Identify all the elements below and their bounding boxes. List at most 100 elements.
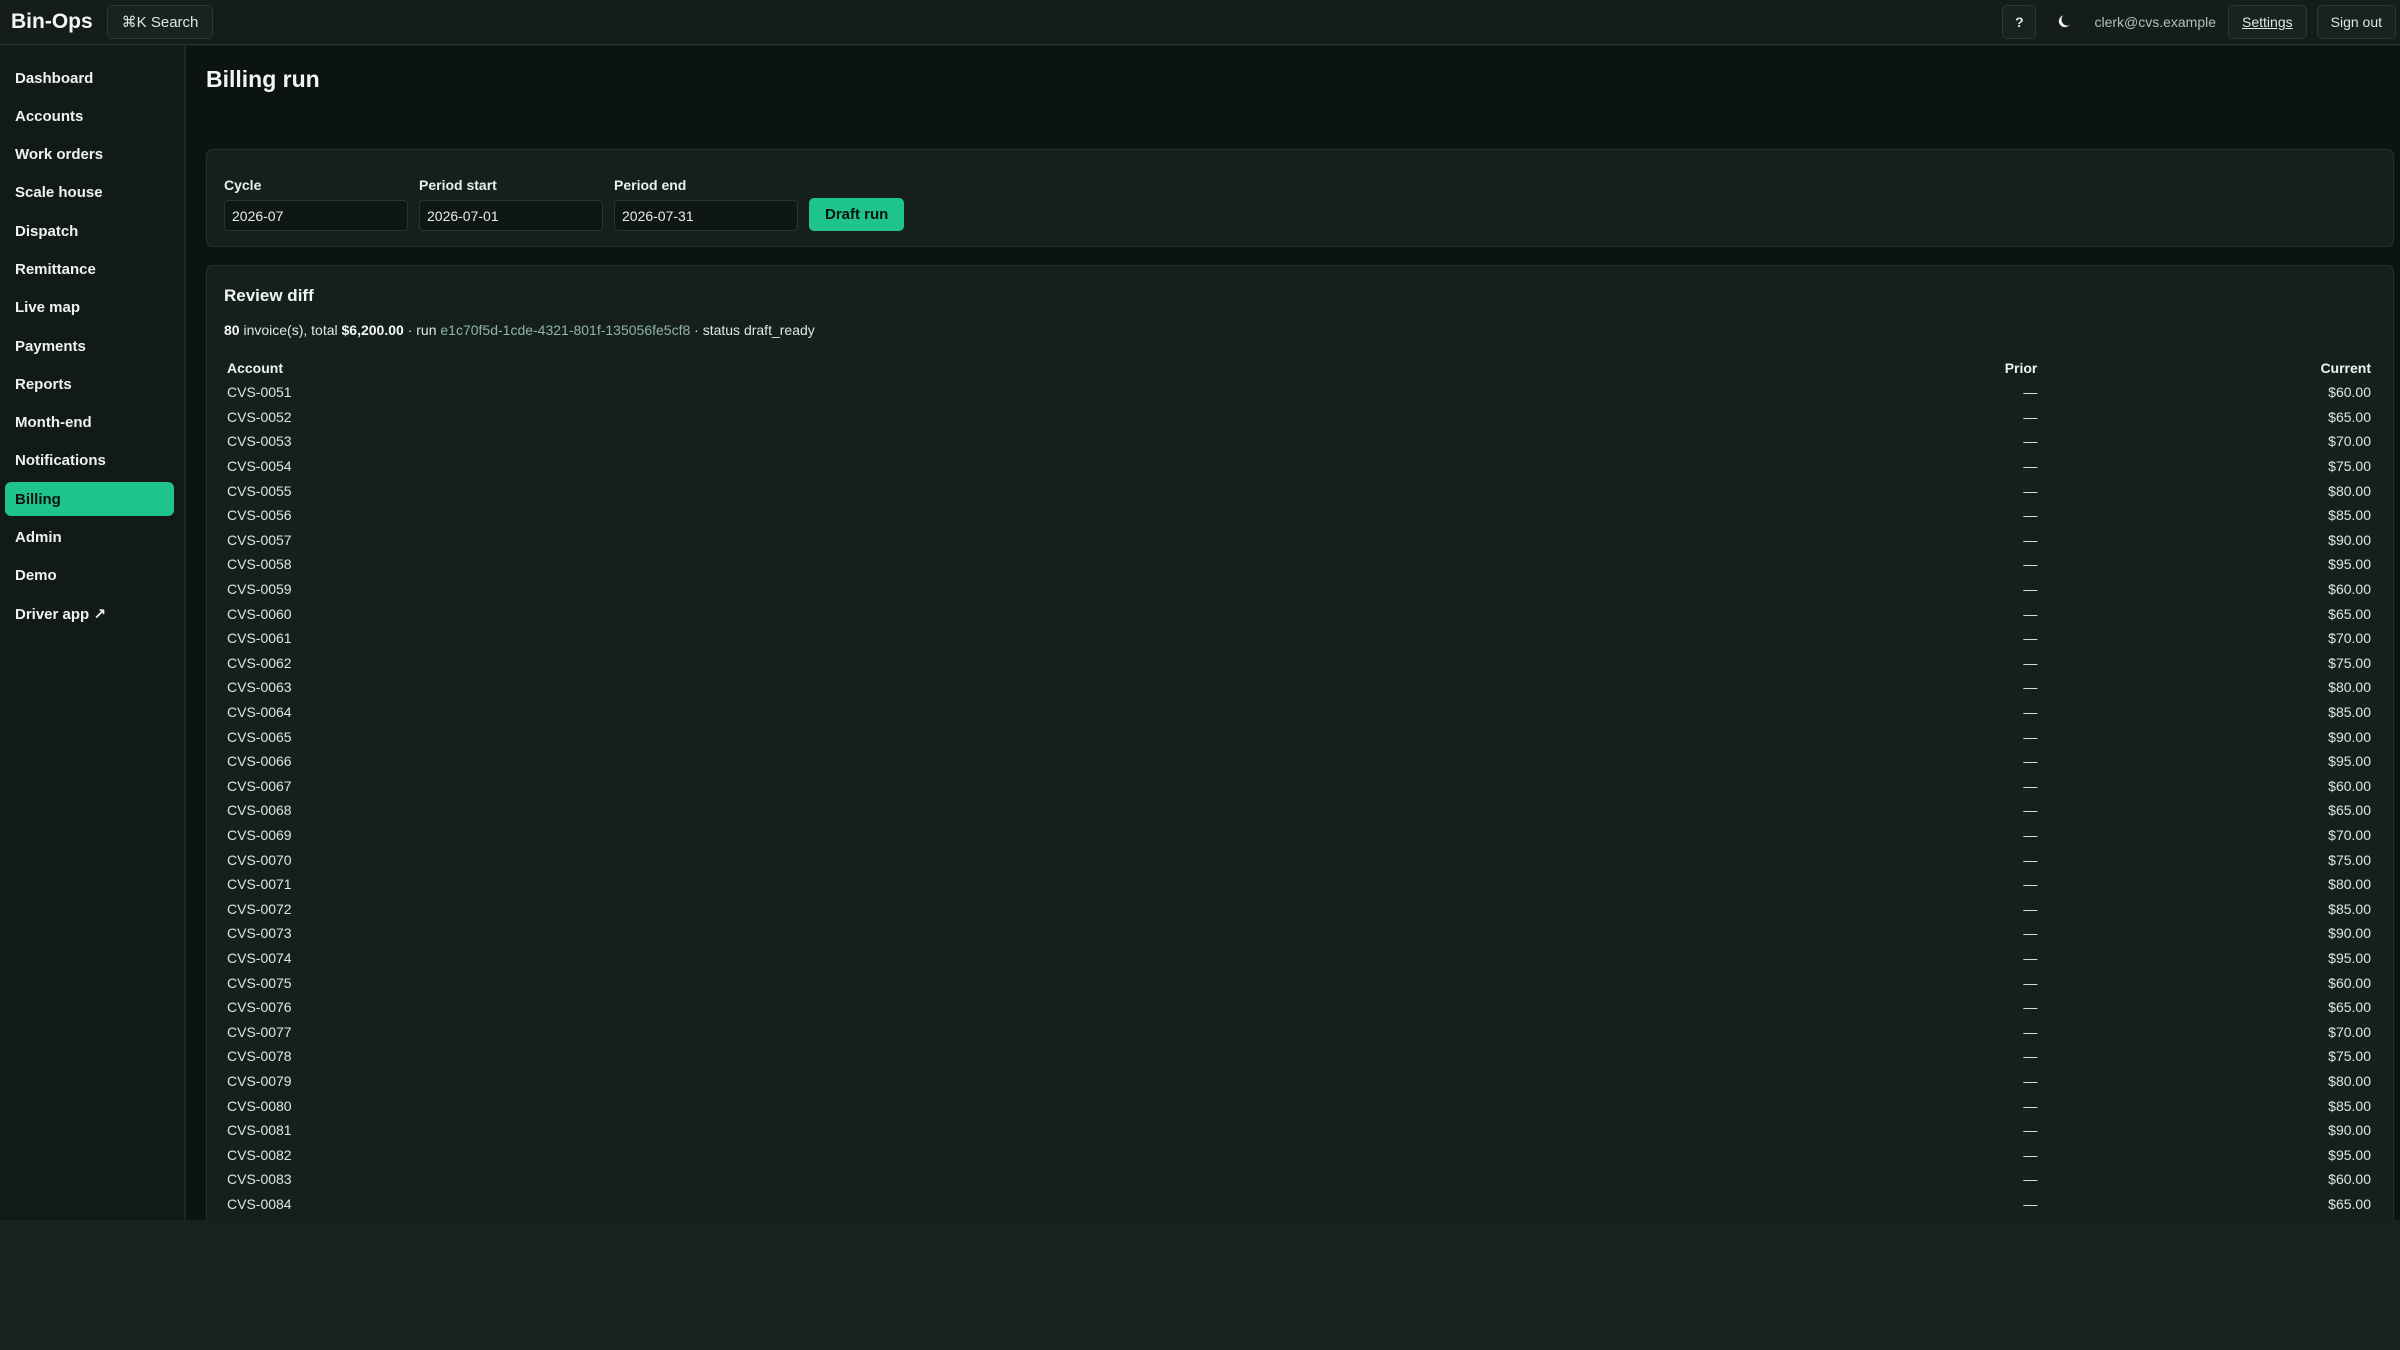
prior-cell: —: [2023, 728, 2038, 745]
table-row: CVS-0068 — $65.00: [224, 798, 2374, 823]
sidebar-item-scale-house[interactable]: Scale house: [5, 176, 174, 210]
prior-cell: —: [2023, 1122, 2038, 1139]
sidebar-item-reports[interactable]: Reports: [5, 367, 174, 401]
prior-cell: —: [2023, 826, 2038, 843]
account-cell: CVS-0066: [227, 753, 292, 770]
current-cell: $80.00: [2328, 876, 2371, 893]
table-row: CVS-0061 — $70.00: [224, 626, 2374, 651]
table-row: CVS-0066 — $95.00: [224, 749, 2374, 774]
sign-out-button[interactable]: Sign out: [2316, 5, 2396, 39]
table-row: CVS-0076 — $65.00: [224, 995, 2374, 1020]
period-end-input[interactable]: [614, 200, 798, 231]
run-id: e1c70f5d-1cde-4321-801f-135056fe5cf8: [440, 322, 691, 338]
account-cell: CVS-0072: [227, 900, 292, 917]
account-cell: CVS-0076: [227, 999, 292, 1016]
table-row: CVS-0070 — $75.00: [224, 847, 2374, 872]
table-row: CVS-0064 — $85.00: [224, 700, 2374, 725]
sidebar-item-remittance[interactable]: Remittance: [5, 252, 174, 286]
prior-cell: —: [2023, 1023, 2038, 1040]
period-end-label: Period end: [614, 177, 687, 193]
current-cell: $65.00: [2328, 408, 2371, 425]
page-title: Billing run: [206, 66, 320, 92]
table-row: CVS-0065 — $90.00: [224, 724, 2374, 749]
account-cell: CVS-0059: [227, 581, 292, 598]
prior-cell: —: [2023, 458, 2038, 475]
current-cell: $95.00: [2328, 949, 2371, 966]
account-cell: CVS-0057: [227, 531, 292, 548]
period-start-field: Period start: [419, 177, 603, 231]
prior-cell: —: [2023, 507, 2038, 524]
sidebar-item-dashboard[interactable]: Dashboard: [5, 61, 174, 95]
sidebar-item-admin[interactable]: Admin: [5, 521, 174, 555]
period-start-input[interactable]: [419, 200, 603, 231]
app-brand[interactable]: Bin-Ops: [11, 10, 93, 34]
sidebar-item-work-orders[interactable]: Work orders: [5, 138, 174, 172]
run-total: $6,200.00: [341, 322, 404, 338]
account-cell: CVS-0056: [227, 507, 292, 524]
sidebar-item-label: Demo: [15, 567, 57, 585]
prior-cell: —: [2023, 482, 2038, 499]
search-button[interactable]: ⌘K Search: [106, 5, 214, 39]
account-cell: CVS-0061: [227, 630, 292, 647]
prior-cell: —: [2023, 1072, 2038, 1089]
diff-table-header: Account Prior Current: [224, 356, 2374, 380]
sidebar-item-billing[interactable]: Billing: [5, 482, 174, 517]
current-cell: $65.00: [2328, 605, 2371, 622]
account-cell: CVS-0067: [227, 777, 292, 794]
sidebar-item-dispatch[interactable]: Dispatch: [5, 214, 174, 248]
sidebar-item-driver-app[interactable]: Driver app ↗: [5, 597, 174, 631]
sidebar-item-notifications[interactable]: Notifications: [5, 444, 174, 478]
sidebar-item-payments[interactable]: Payments: [5, 329, 174, 363]
account-cell: CVS-0079: [227, 1072, 292, 1089]
cycle-field: Cycle: [224, 177, 408, 231]
account-cell: CVS-0064: [227, 704, 292, 721]
table-row: CVS-0059 — $60.00: [224, 577, 2374, 602]
review-diff-title: Review diff: [224, 286, 314, 305]
prior-cell: —: [2023, 384, 2038, 401]
current-cell: $90.00: [2328, 728, 2371, 745]
current-cell: $85.00: [2328, 900, 2371, 917]
current-cell: $60.00: [2328, 581, 2371, 598]
current-cell: $60.00: [2328, 1171, 2371, 1188]
theme-toggle-button[interactable]: [2048, 5, 2082, 39]
account-cell: CVS-0055: [227, 482, 292, 499]
current-cell: $95.00: [2328, 1146, 2371, 1163]
table-row: CVS-0055 — $80.00: [224, 478, 2374, 503]
invoice-count: 80: [224, 322, 240, 338]
settings-button[interactable]: Settings: [2228, 5, 2307, 39]
review-diff-panel: Review diff 80 invoice(s), total $6,200.…: [206, 265, 2394, 1225]
current-cell: $90.00: [2328, 925, 2371, 942]
current-cell: $75.00: [2328, 851, 2371, 868]
sidebar-item-month-end[interactable]: Month-end: [5, 406, 174, 440]
account-cell: CVS-0069: [227, 826, 292, 843]
prior-cell: —: [2023, 753, 2038, 770]
invoice-text: invoice(s), total: [243, 322, 338, 338]
account-column-header: Account: [227, 360, 283, 376]
prior-cell: —: [2023, 777, 2038, 794]
table-row: CVS-0067 — $60.00: [224, 774, 2374, 799]
account-cell: CVS-0077: [227, 1023, 292, 1040]
table-row: CVS-0083 — $60.00: [224, 1167, 2374, 1192]
account-cell: CVS-0058: [227, 556, 292, 573]
account-cell: CVS-0075: [227, 974, 292, 991]
sidebar-item-label: Notifications: [15, 452, 106, 470]
draft-run-button[interactable]: Draft run: [809, 198, 905, 231]
current-cell: $75.00: [2328, 458, 2371, 475]
run-summary: 80 invoice(s), total $6,200.00 · run e1c…: [224, 322, 815, 338]
sidebar-item-accounts[interactable]: Accounts: [5, 99, 174, 133]
help-button[interactable]: ?: [2002, 5, 2037, 39]
table-row: CVS-0054 — $75.00: [224, 454, 2374, 479]
table-row: CVS-0062 — $75.00: [224, 651, 2374, 676]
account-cell: CVS-0081: [227, 1122, 292, 1139]
top-bar: Bin-Ops ⌘K Search ? clerk@cvs.example Se…: [0, 0, 2400, 45]
table-row: CVS-0056 — $85.00: [224, 503, 2374, 528]
sidebar-item-live-map[interactable]: Live map: [5, 291, 174, 325]
table-row: CVS-0058 — $95.00: [224, 552, 2374, 577]
account-cell: CVS-0060: [227, 605, 292, 622]
cycle-input[interactable]: [224, 200, 408, 231]
topbar-actions: ? clerk@cvs.example Settings Sign out: [2002, 5, 2396, 39]
sidebar-item-demo[interactable]: Demo: [5, 559, 174, 593]
prior-cell: —: [2023, 679, 2038, 696]
page-footer-area: [0, 1220, 2400, 1350]
prior-column-header: Prior: [2004, 360, 2038, 376]
